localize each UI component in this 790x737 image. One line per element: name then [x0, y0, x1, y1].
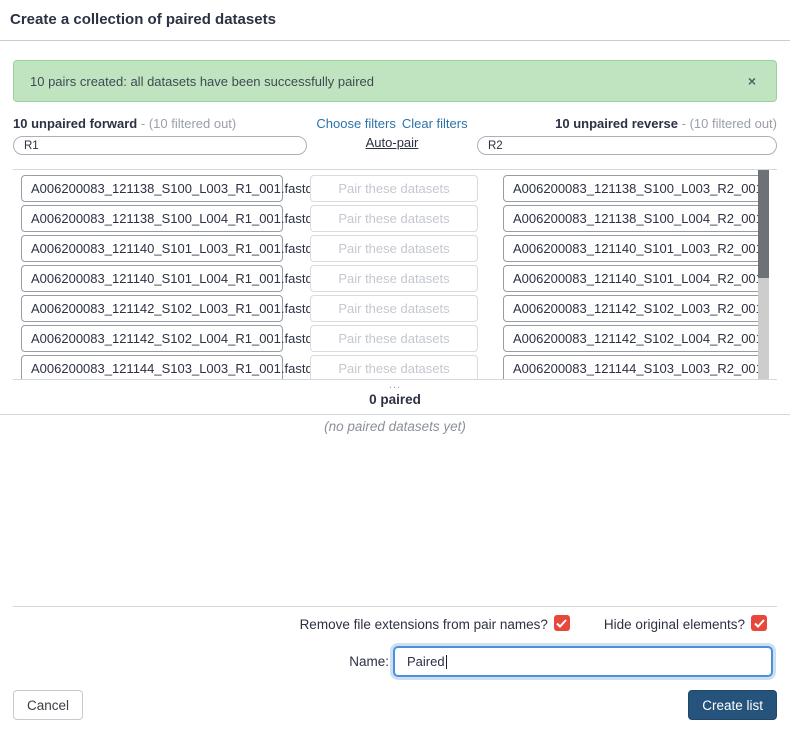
reverse-dataset[interactable]: A006200083_121142_S102_L004_R2_001.fastq… — [503, 325, 758, 352]
reverse-dataset[interactable]: A006200083_121144_S103_L003_R2_001.fastq… — [503, 355, 758, 380]
remove-extensions-label: Remove file extensions from pair names? — [300, 617, 548, 632]
paired-area-empty — [0, 434, 790, 606]
reverse-count: 10 unpaired reverse — [555, 116, 678, 131]
forward-dataset[interactable]: A006200083_121142_S102_L003_R1_001.fastq… — [21, 295, 283, 322]
pair-button[interactable]: Pair these datasets — [310, 175, 478, 202]
pair-row: A006200083_121140_S101_L004_R1_001.fastq… — [21, 265, 777, 292]
reverse-count-label: 10 unpaired reverse - (10 filtered out) — [477, 116, 777, 132]
pair-button[interactable]: Pair these datasets — [310, 325, 478, 352]
reverse-dataset[interactable]: A006200083_121140_S101_L003_R2_001.fastq… — [503, 235, 758, 262]
alert-message: 10 pairs created: all datasets have been… — [30, 74, 744, 89]
pair-button[interactable]: Pair these datasets — [310, 235, 478, 262]
pair-row: A006200083_121142_S102_L004_R1_001.fastq… — [21, 325, 777, 352]
name-row: Name: Paired — [0, 646, 773, 677]
filter-links: Choose filters Clear filters Auto-pair — [307, 116, 477, 155]
forward-dataset[interactable]: A006200083_121138_S100_L004_R1_001.fastq… — [21, 205, 283, 232]
forward-dataset[interactable]: A006200083_121144_S103_L003_R1_001.fastq… — [21, 355, 283, 380]
remove-extensions-checkbox[interactable] — [554, 615, 570, 631]
filter-header: 10 unpaired forward - (10 filtered out) … — [13, 116, 777, 155]
forward-dataset[interactable]: A006200083_121138_S100_L003_R1_001.fastq… — [21, 175, 283, 202]
hide-original-label: Hide original elements? — [604, 617, 745, 632]
success-alert: 10 pairs created: all datasets have been… — [13, 60, 777, 102]
forward-dataset[interactable]: A006200083_121142_S102_L004_R1_001.fastq… — [21, 325, 283, 352]
pair-row: A006200083_121138_S100_L003_R1_001.fastq… — [21, 175, 777, 202]
forward-count-label: 10 unpaired forward - (10 filtered out) — [13, 116, 307, 132]
text-caret — [446, 655, 447, 669]
remove-extensions-option: Remove file extensions from pair names? — [300, 615, 570, 634]
paired-count-header: 0 paired — [0, 392, 790, 415]
options-divider — [13, 606, 777, 607]
reverse-dataset[interactable]: A006200083_121138_S100_L004_R2_001.fastq… — [503, 205, 758, 232]
reverse-dataset[interactable]: A006200083_121138_S100_L003_R2_001.fastq… — [503, 175, 758, 202]
pair-button[interactable]: Pair these datasets — [310, 265, 478, 292]
reverse-filter-input[interactable] — [477, 136, 777, 155]
reverse-column-header: 10 unpaired reverse - (10 filtered out) — [477, 116, 777, 155]
modal-footer: Cancel Create list — [13, 690, 777, 720]
collection-name-input[interactable]: Paired — [393, 646, 773, 677]
choose-filters-link[interactable]: Choose filters — [316, 116, 395, 131]
hide-original-checkbox[interactable] — [751, 615, 767, 631]
cancel-button[interactable]: Cancel — [13, 690, 83, 720]
collection-name-value: Paired — [407, 654, 445, 669]
forward-column-header: 10 unpaired forward - (10 filtered out) — [13, 116, 307, 155]
forward-dataset[interactable]: A006200083_121140_S101_L003_R1_001.fastq… — [21, 235, 283, 262]
pair-button[interactable]: Pair these datasets — [310, 205, 478, 232]
forward-count: 10 unpaired forward — [13, 116, 137, 131]
list-ellipsis: ... — [0, 382, 790, 389]
page-title: Create a collection of paired datasets — [10, 11, 780, 28]
pair-row: A006200083_121138_S100_L004_R1_001.fastq… — [21, 205, 777, 232]
forward-filter-input[interactable] — [13, 136, 307, 155]
forward-filtered-count: - (10 filtered out) — [141, 116, 236, 131]
pair-row: A006200083_121140_S101_L003_R1_001.fastq… — [21, 235, 777, 262]
hide-original-option: Hide original elements? — [604, 615, 767, 634]
reverse-filtered-count: - (10 filtered out) — [682, 116, 777, 131]
name-label: Name: — [349, 654, 389, 669]
scrollbar-thumb[interactable] — [758, 170, 769, 278]
modal-header: Create a collection of paired datasets — [0, 0, 790, 41]
paired-empty-message: (no paired datasets yet) — [0, 419, 790, 434]
auto-pair-link[interactable]: Auto-pair — [366, 135, 419, 150]
clear-filters-link[interactable]: Clear filters — [402, 116, 468, 131]
check-icon — [556, 619, 567, 628]
pair-row: A006200083_121144_S103_L003_R1_001.fastq… — [21, 355, 777, 380]
forward-dataset[interactable]: A006200083_121140_S101_L004_R1_001.fastq… — [21, 265, 283, 292]
pair-row: A006200083_121142_S102_L003_R1_001.fastq… — [21, 295, 777, 322]
options-row: Remove file extensions from pair names? … — [0, 615, 767, 634]
pair-button[interactable]: Pair these datasets — [310, 355, 478, 380]
pair-button[interactable]: Pair these datasets — [310, 295, 478, 322]
scrollbar-track[interactable] — [758, 170, 769, 379]
reverse-dataset[interactable]: A006200083_121142_S102_L003_R2_001.fastq… — [503, 295, 758, 322]
check-icon — [754, 619, 765, 628]
create-list-button[interactable]: Create list — [688, 690, 777, 720]
close-icon[interactable]: × — [744, 72, 760, 90]
unpaired-list: A006200083_121138_S100_L003_R1_001.fastq… — [13, 169, 777, 380]
reverse-dataset[interactable]: A006200083_121140_S101_L004_R2_001.fastq… — [503, 265, 758, 292]
